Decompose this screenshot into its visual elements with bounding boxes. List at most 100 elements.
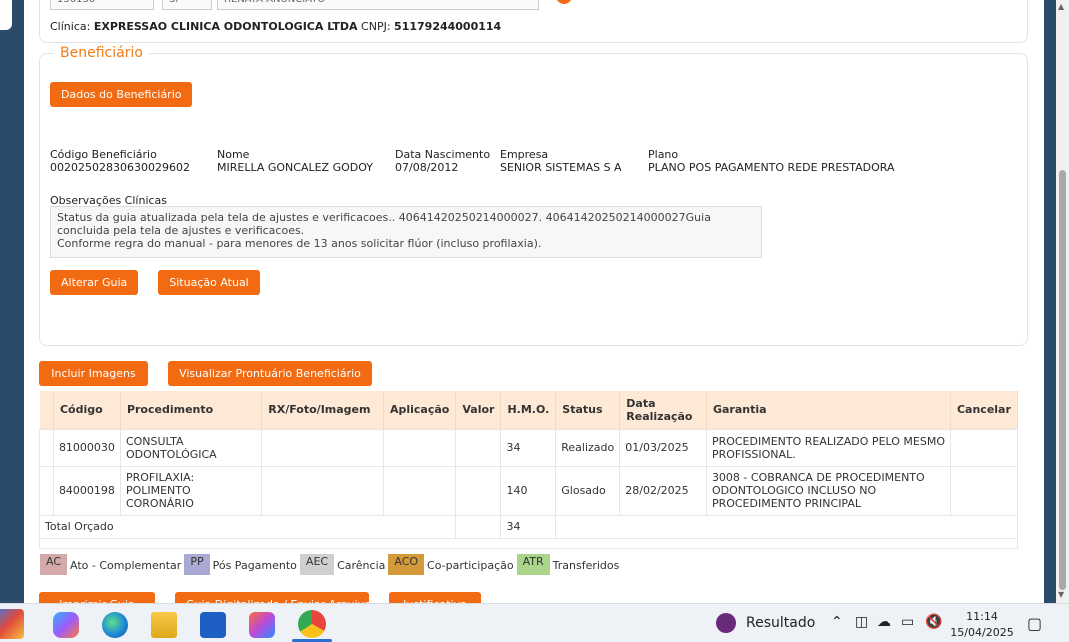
col-codigo: Código	[53, 391, 121, 429]
clinic-line: Clínica: EXPRESSAO CLINICA ODONTOLOGICA …	[50, 20, 501, 33]
legend-item-aco: ACO Co-participação	[388, 554, 514, 575]
cell-cancelar[interactable]	[949, 465, 1019, 516]
nome-beneficiario: Nome MIRELLA GONCALEZ GODOY	[217, 148, 373, 174]
total-value: 34	[500, 514, 557, 539]
col-procedimento: Procedimento	[120, 391, 263, 429]
total-valor	[455, 514, 502, 539]
nasc-label: Data Nascimento	[395, 148, 491, 161]
file-explorer-icon[interactable]	[151, 612, 177, 638]
cell-procedimento: CONSULTA ODONTOLÓGICA	[119, 428, 263, 467]
row-marker	[39, 428, 54, 467]
guide-detail-page: 136136 SP RENATA ANUNCIATO Clínica: EXPR…	[24, 0, 1044, 603]
store-icon[interactable]	[200, 612, 226, 638]
paint-icon[interactable]	[0, 609, 24, 639]
weather-icon[interactable]	[716, 613, 736, 633]
codigo-label: Código Beneficiário	[50, 148, 157, 161]
cell-codigo: 84000198	[52, 465, 121, 516]
clinic-name: EXPRESSAO CLINICA ODONTOLOGICA LTDA	[93, 20, 358, 33]
windows-taskbar: Resultado ⌃ ◫ ☁ ▭ 🔇 11:14 15/04/2025 ▢	[0, 603, 1069, 642]
obs-line-1: Status da guia atualizada pela tela de a…	[57, 211, 715, 237]
cell-valor	[455, 428, 502, 467]
table-header-row: Código Procedimento RX/Foto/Imagem Aplic…	[39, 391, 1019, 429]
clock-time: 11:14	[966, 610, 998, 623]
codigo-beneficiario: Código Beneficiário 00202502830630029602	[50, 148, 190, 174]
cell-hmo: 140	[500, 465, 557, 516]
chrome-icon[interactable]	[298, 610, 326, 638]
scroll-thumb[interactable]	[1059, 170, 1066, 590]
nasc-value: 07/08/2012	[395, 161, 459, 174]
alterar-guia-button[interactable]: Alterar Guia	[50, 270, 138, 295]
legend-box-ac: AC	[40, 554, 68, 575]
status-legend: AC Ato - Complementar PP Pós Pagamento A…	[40, 554, 622, 575]
cell-status: Glosado	[555, 465, 621, 516]
cell-aplicacao	[382, 465, 457, 516]
scroll-down-icon[interactable]: ▼	[1058, 590, 1064, 599]
col-aplicacao: Aplicação	[383, 391, 457, 429]
col-hmo: H.M.O.	[500, 391, 557, 429]
rail-tab	[0, 0, 12, 30]
legend-box-pp: PP	[184, 554, 210, 575]
total-row: Total Orçado 34	[38, 514, 1018, 539]
chevron-up-icon[interactable]: ⌃	[831, 614, 843, 630]
volume-muted-icon[interactable]: 🔇	[925, 614, 942, 630]
cell-status: Realizado	[555, 428, 621, 467]
table-row: 84000198 PROFILAXIA: POLIMENTO CORONÁRIO…	[39, 465, 1019, 516]
empresa: Empresa SENIOR SISTEMAS S A	[500, 148, 622, 174]
plano-label: Plano	[648, 148, 679, 161]
legend-box-aco: ACO	[388, 554, 425, 575]
guia-digitalizada-button[interactable]: Guia Digitalizada / Enviar Arquivo	[175, 592, 371, 603]
cell-valor	[455, 465, 502, 516]
col-spacer	[39, 391, 54, 429]
cell-rx	[261, 465, 384, 516]
legend-item-atr: ATR Transferidos	[516, 554, 620, 575]
clock-date: 15/04/2025	[950, 626, 1014, 639]
legend-label-ac: Ato - Complementar	[70, 559, 182, 572]
cell-data: 28/02/2025	[619, 465, 707, 516]
code-field[interactable]: 136136	[50, 0, 154, 10]
procedures-table: Código Procedimento RX/Foto/Imagem Aplic…	[38, 391, 1019, 549]
visualizar-prontuario-button[interactable]: Visualizar Prontuário Beneficiário	[168, 361, 372, 386]
legend-label-atr: Transferidos	[552, 559, 620, 572]
col-valor: Valor	[455, 391, 502, 429]
blank-row	[39, 537, 1018, 549]
cell-cancelar[interactable]	[949, 428, 1019, 467]
legend-item-ac: AC Ato - Complementar	[40, 554, 181, 575]
battery-icon[interactable]: ▭	[901, 614, 914, 630]
justificativa-button[interactable]: Justificativa	[389, 592, 481, 603]
situacao-atual-button[interactable]: Situação Atual	[158, 270, 260, 295]
copilot-icon[interactable]	[53, 612, 79, 638]
obs-textarea[interactable]: Status da guia atualizada pela tela de a…	[50, 206, 762, 258]
empresa-label: Empresa	[500, 148, 549, 161]
total-label: Total Orçado	[38, 514, 457, 539]
professional-name-field[interactable]: RENATA ANUNCIATO	[217, 0, 539, 10]
legend-label-aec: Carência	[337, 559, 386, 572]
edge-icon[interactable]	[102, 612, 128, 638]
col-status: Status	[555, 391, 621, 429]
scroll-up-icon[interactable]: ▲	[1058, 2, 1064, 11]
empresa-value: SENIOR SISTEMAS S A	[500, 161, 622, 174]
legend-label-aco: Co-participação	[427, 559, 514, 572]
data-nascimento: Data Nascimento 07/08/2012	[395, 148, 490, 174]
system-clock[interactable]: 11:14 15/04/2025	[948, 609, 1016, 641]
m365-icon[interactable]	[249, 612, 275, 638]
legend-label-pp: Pós Pagamento	[212, 559, 297, 572]
window-right-rail	[1044, 0, 1056, 603]
legend-box-aec: AEC	[299, 554, 335, 575]
col-data-realizacao: Data Realização	[619, 391, 707, 429]
incluir-imagens-button[interactable]: Incluir Imagens	[39, 361, 148, 386]
vertical-scrollbar[interactable]: ▲ ▼	[1056, 0, 1069, 603]
imprimir-guia-button[interactable]: Imprimir Guia	[39, 592, 155, 603]
cloud-icon[interactable]: ☁	[877, 614, 891, 630]
meet-icon[interactable]: ◫	[855, 614, 868, 630]
beneficiary-legend: Beneficiário	[54, 45, 149, 61]
col-garantia: Garantia	[706, 391, 951, 429]
weather-label[interactable]: Resultado	[746, 615, 815, 631]
cell-garantia: 3008 - COBRANCA DE PROCEDIMENTO ODONTOLO…	[705, 465, 951, 516]
dados-beneficiario-button[interactable]: Dados do Beneficiário	[50, 82, 192, 107]
nome-label: Nome	[217, 148, 250, 161]
notifications-icon[interactable]: ▢	[1027, 614, 1042, 633]
cnpj-value: 51179244000114	[394, 20, 502, 33]
uf-select[interactable]: SP	[162, 0, 212, 10]
plano-value: PLANO POS PAGAMENTO REDE PRESTADORA	[648, 161, 895, 174]
legend-item-aec: AEC Carência	[299, 554, 386, 575]
